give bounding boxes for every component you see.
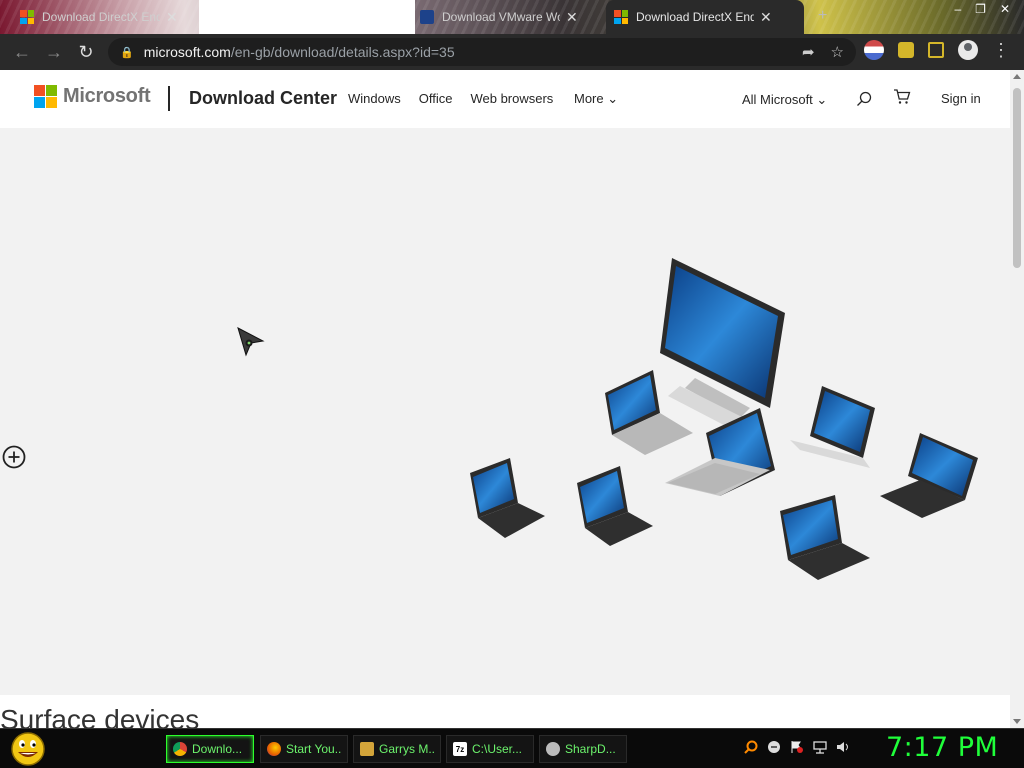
- search-icon[interactable]: [856, 91, 872, 107]
- bookmark-star-icon[interactable]: ☆: [831, 43, 844, 61]
- side-panel-icon[interactable]: [928, 42, 944, 58]
- scrollbar-thumb[interactable]: [1013, 88, 1021, 268]
- extensions-puzzle-icon[interactable]: [898, 42, 914, 58]
- close-window-button[interactable]: ✕: [1000, 2, 1010, 16]
- header-divider: [168, 86, 170, 111]
- tab-directx-1[interactable]: Download DirectX End-U ✕: [12, 0, 200, 34]
- maximize-button[interactable]: ❐: [975, 2, 986, 16]
- lock-icon: 🔒: [120, 46, 134, 59]
- share-icon[interactable]: ➦: [802, 43, 815, 61]
- task-7zip[interactable]: 7z C:\User...: [446, 735, 534, 763]
- task-garrys-mod[interactable]: Garrys M...: [353, 735, 441, 763]
- taskbar: Downlo... Start You... Garrys M... 7z C:…: [0, 728, 1024, 768]
- microsoft-favicon-icon: [20, 10, 34, 24]
- sign-in-link[interactable]: Sign in: [941, 91, 981, 106]
- taskbar-clock[interactable]: 7:17 PM: [886, 732, 998, 763]
- page-viewport: Microsoft Download Center Windows Office…: [0, 70, 1010, 728]
- reload-icon[interactable]: ↻: [70, 36, 102, 68]
- forward-arrow-icon[interactable]: →: [38, 36, 70, 68]
- scroll-down-icon[interactable]: [1013, 719, 1021, 724]
- system-tray: [744, 740, 850, 754]
- close-tab-icon[interactable]: ✕: [760, 9, 772, 26]
- url-host: microsoft.com: [143, 44, 231, 60]
- network-icon[interactable]: [813, 740, 827, 754]
- volume-icon[interactable]: [836, 740, 850, 754]
- url-path: /en-gb/download/details.aspx?id=35: [230, 44, 455, 60]
- search-tray-icon[interactable]: [744, 740, 758, 754]
- chrome-icon: [173, 742, 187, 756]
- task-label: Start You...: [286, 742, 341, 756]
- tab-title: Download DirectX End-U: [42, 10, 160, 24]
- microsoft-brand[interactable]: Microsoft: [34, 85, 151, 108]
- chevron-down-icon: ⌄: [607, 91, 619, 106]
- flag-extension-icon[interactable]: [864, 40, 884, 60]
- tab-title: Download DirectX End-U: [636, 10, 754, 24]
- nav-office[interactable]: Office: [419, 91, 453, 106]
- chevron-down-icon: ⌄: [816, 92, 828, 107]
- task-label: Garrys M...: [379, 742, 434, 756]
- microsoft-logo-icon: [34, 85, 57, 108]
- task-chrome[interactable]: Downlo...: [166, 735, 254, 763]
- minimize-button[interactable]: –: [954, 2, 961, 16]
- hero-banner: [0, 128, 1010, 695]
- vmware-favicon-icon: [420, 10, 434, 24]
- firefox-icon: [267, 742, 281, 756]
- profile-avatar-icon[interactable]: [958, 40, 978, 60]
- brand-name: Microsoft: [63, 85, 151, 107]
- browser-toolbar: ← → ↻ 🔒 microsoft.com/en-gb/download/det…: [0, 34, 1024, 70]
- mouse-cursor-icon: [237, 327, 265, 357]
- primary-nav: Windows Office Web browsers: [348, 91, 571, 106]
- all-microsoft-dropdown[interactable]: All Microsoft ⌄: [742, 92, 827, 108]
- minus-circle-tray-icon[interactable]: [767, 740, 781, 754]
- close-tab-icon[interactable]: ✕: [166, 9, 178, 26]
- address-bar[interactable]: 🔒 microsoft.com/en-gb/download/details.a…: [108, 38, 856, 66]
- nav-windows[interactable]: Windows: [348, 91, 401, 106]
- tab-directx-active[interactable]: Download DirectX End-U ✕: [606, 0, 804, 34]
- task-label: C:\User...: [472, 742, 523, 756]
- window-controls: – ❐ ✕: [940, 0, 1024, 18]
- action-center-flag-icon[interactable]: [790, 740, 804, 754]
- surface-devices-image: [470, 258, 978, 580]
- download-center-link[interactable]: Download Center: [189, 88, 337, 109]
- tab-title: Download VMware Wo: [442, 10, 560, 24]
- all-microsoft-label: All Microsoft: [742, 92, 813, 107]
- nav-more-dropdown[interactable]: More ⌄: [574, 91, 618, 107]
- nav-more-label: More: [574, 91, 604, 106]
- close-tab-icon[interactable]: ✕: [566, 9, 578, 26]
- scroll-up-icon[interactable]: [1013, 74, 1021, 79]
- task-firefox[interactable]: Start You...: [260, 735, 348, 763]
- expand-plus-icon[interactable]: [2, 445, 26, 469]
- surface-devices-heading: Surface devices: [0, 704, 200, 728]
- browser-menu-icon[interactable]: ⋮: [992, 41, 1010, 59]
- task-sharpdevelop[interactable]: SharpD...: [539, 735, 627, 763]
- site-header: Microsoft Download Center Windows Office…: [0, 70, 1010, 128]
- page-scrollbar[interactable]: [1010, 70, 1024, 728]
- sharpdevelop-icon: [546, 742, 560, 756]
- microsoft-favicon-icon: [614, 10, 628, 24]
- blank-tab-area: [199, 0, 415, 34]
- gmod-icon: [360, 742, 374, 756]
- task-label: Downlo...: [192, 742, 243, 756]
- task-label: SharpD...: [565, 742, 616, 756]
- 7zip-icon: 7z: [453, 742, 467, 756]
- nav-web-browsers[interactable]: Web browsers: [470, 91, 553, 106]
- start-smiley-icon[interactable]: [8, 731, 48, 767]
- tab-strip: Download DirectX End-U ✕ Download VMware…: [0, 0, 1024, 34]
- shopping-cart-icon[interactable]: [893, 88, 911, 106]
- back-arrow-icon[interactable]: ←: [6, 36, 38, 68]
- new-tab-button[interactable]: +: [818, 7, 827, 25]
- tab-vmware[interactable]: Download VMware Wo ✕: [412, 0, 602, 34]
